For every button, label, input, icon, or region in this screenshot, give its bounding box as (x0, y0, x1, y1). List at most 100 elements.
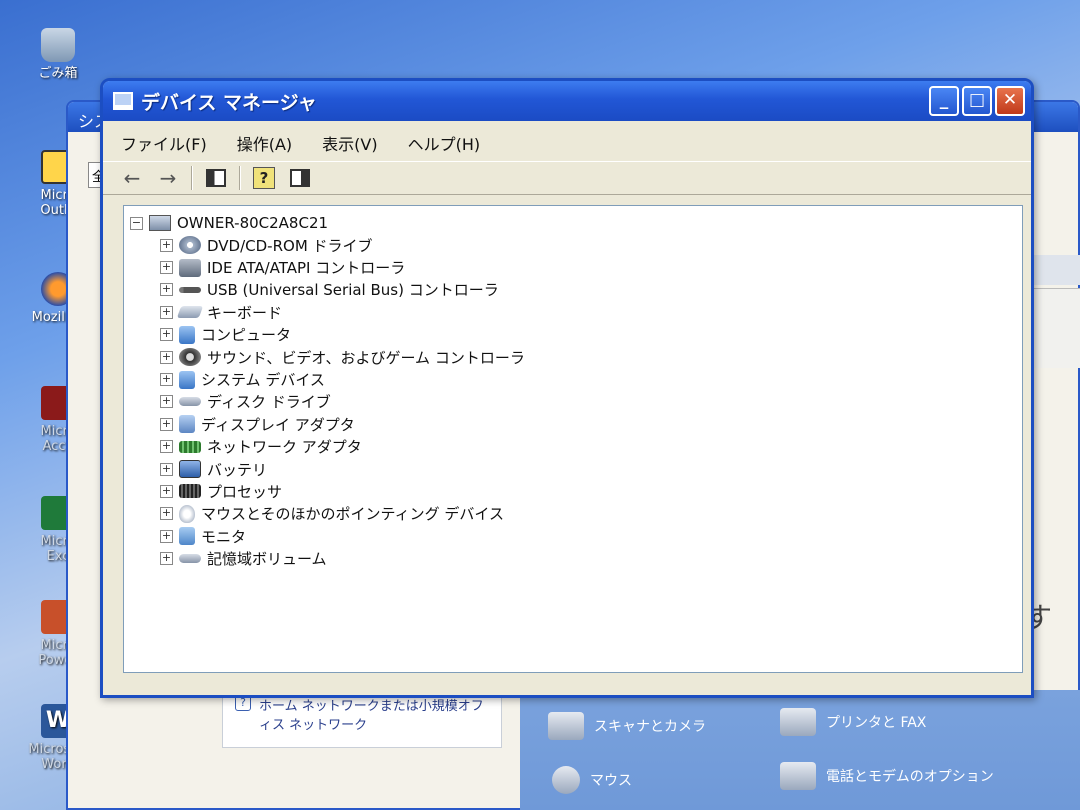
action-pane-icon (290, 169, 310, 187)
back-button[interactable]: ← (119, 166, 145, 190)
show-hide-console-tree-button[interactable] (203, 166, 229, 190)
tree-item-display-adapters[interactable]: + ディスプレイ アダプタ (160, 413, 1022, 435)
tree-item-label: バッテリ (207, 460, 268, 479)
control-panel-printers[interactable]: プリンタと FAX (780, 708, 926, 736)
desktop-icon-label: ごみ箱 (38, 66, 78, 81)
menu-file[interactable]: ファイル(F) (117, 129, 211, 157)
printer-icon (780, 708, 816, 736)
tree-item-usb-controller[interactable]: + USB (Universal Serial Bus) コントローラ (160, 279, 1022, 301)
expand-icon[interactable]: + (160, 305, 173, 319)
expand-icon[interactable]: + (160, 328, 173, 342)
menu-view[interactable]: 表示(V) (318, 129, 381, 157)
disk-drive-icon (179, 397, 201, 407)
expand-icon[interactable]: + (160, 238, 173, 252)
show-hide-action-pane-button[interactable] (287, 166, 313, 190)
tree-item-processors[interactable]: + プロセッサ (160, 480, 1022, 502)
computer-icon (179, 325, 195, 344)
mouse-icon (179, 504, 195, 523)
scanner-icon (548, 712, 584, 740)
expand-icon[interactable]: + (160, 529, 173, 543)
collapse-icon[interactable]: − (130, 216, 143, 230)
forward-button[interactable]: → (155, 166, 181, 190)
control-panel-phone-modem[interactable]: 電話とモデムのオプション (780, 762, 994, 790)
tree-item-label: USB (Universal Serial Bus) コントローラ (207, 281, 499, 300)
computer-icon (149, 215, 171, 231)
tree-item-network-adapters[interactable]: + ネットワーク アダプタ (160, 436, 1022, 458)
toolbar-separator (191, 166, 193, 190)
expand-icon[interactable]: + (160, 440, 173, 454)
mouse-icon (552, 766, 580, 794)
computer-icon (113, 92, 133, 110)
tree-item-keyboard[interactable]: + キーボード (160, 301, 1022, 323)
desktop-icon-recycle-bin[interactable]: ごみ箱 (18, 28, 98, 81)
battery-icon (179, 460, 201, 479)
tree-item-sound-video-game[interactable]: + サウンド、ビデオ、およびゲーム コントローラ (160, 346, 1022, 368)
toolbar-separator (239, 166, 241, 190)
menu-help[interactable]: ヘルプ(H) (404, 129, 485, 157)
tree-root-label: OWNER-80C2A8C21 (177, 214, 329, 232)
tree-item-label: システム デバイス (201, 371, 325, 390)
recycle-bin-icon (41, 28, 75, 62)
display-adapter-icon (179, 415, 195, 434)
system-device-icon (179, 370, 195, 389)
close-button[interactable]: ✕ (995, 86, 1025, 116)
usb-icon (179, 286, 201, 293)
control-panel-item-label: スキャナとカメラ (594, 719, 706, 735)
menu-bar: ファイル(F) 操作(A) 表示(V) ヘルプ(H) (103, 129, 1031, 157)
tree-item-mice[interactable]: + マウスとそのほかのポインティング デバイス (160, 503, 1022, 525)
expand-icon[interactable]: + (160, 417, 173, 431)
tree-item-batteries[interactable]: + バッテリ (160, 458, 1022, 480)
control-panel-task-label: ホーム ネットワークまたは小規模オフィス ネットワーク (259, 699, 484, 733)
phone-icon (780, 762, 816, 790)
menu-action[interactable]: 操作(A) (233, 129, 296, 157)
expand-icon[interactable]: + (160, 507, 173, 521)
dvd-drive-icon (179, 236, 201, 255)
keyboard-icon (176, 306, 204, 319)
minimize-button[interactable]: _ (929, 86, 959, 116)
help-button[interactable]: ? (251, 166, 277, 190)
expand-icon[interactable]: + (160, 484, 173, 498)
help-icon: ? (253, 167, 275, 189)
tree-root-computer[interactable]: − OWNER-80C2A8C21 (130, 212, 1022, 234)
control-panel-item-label: マウス (590, 773, 632, 789)
sound-icon (179, 348, 201, 367)
expand-icon[interactable]: + (160, 261, 173, 275)
tree-item-storage-volumes[interactable]: + 記憶域ボリューム (160, 547, 1022, 569)
window-title: デバイス マネージャ (141, 91, 317, 114)
expand-icon[interactable]: + (160, 552, 173, 566)
tree-item-monitors[interactable]: + モニタ (160, 525, 1022, 547)
maximize-button[interactable]: □ (962, 86, 992, 116)
ide-controller-icon (179, 258, 201, 277)
device-tree: − OWNER-80C2A8C21 + DVD/CD-ROM ドライブ + ID… (123, 205, 1023, 673)
tree-item-label: ディスプレイ アダプタ (201, 415, 355, 434)
control-panel-task[interactable]: ? ホーム ネットワークまたは小規模オフィス ネットワーク (235, 695, 489, 733)
monitor-icon (179, 527, 195, 546)
tree-item-computer[interactable]: + コンピュータ (160, 324, 1022, 346)
tree-item-disk-drives[interactable]: + ディスク ドライブ (160, 391, 1022, 413)
tree-item-label: サウンド、ビデオ、およびゲーム コントローラ (207, 348, 525, 367)
expand-icon[interactable]: + (160, 395, 173, 409)
title-bar[interactable]: デバイス マネージャ _ □ ✕ (103, 81, 1031, 121)
console-tree-icon (206, 169, 226, 187)
tree-item-label: キーボード (207, 303, 283, 322)
tree-item-ide-controller[interactable]: + IDE ATA/ATAPI コントローラ (160, 256, 1022, 278)
control-panel-scanners[interactable]: スキャナとカメラ (548, 712, 706, 740)
expand-icon[interactable]: + (160, 373, 173, 387)
expand-icon[interactable]: + (160, 350, 173, 364)
expand-icon[interactable]: + (160, 283, 173, 297)
control-panel-mouse[interactable]: マウス (552, 766, 632, 794)
tree-item-dvd-cdrom[interactable]: + DVD/CD-ROM ドライブ (160, 234, 1022, 256)
forward-arrow-icon: → (159, 166, 177, 190)
toolbar: ← → ? (103, 161, 1031, 195)
tree-item-label: プロセッサ (207, 482, 283, 501)
processor-icon (179, 484, 201, 499)
tree-children: + DVD/CD-ROM ドライブ + IDE ATA/ATAPI コントローラ… (160, 234, 1022, 570)
tree-item-label: DVD/CD-ROM ドライブ (207, 236, 373, 255)
tree-item-label: ディスク ドライブ (207, 393, 331, 412)
control-panel-item-label: 電話とモデムのオプション (826, 769, 994, 785)
back-arrow-icon: ← (123, 166, 141, 190)
tree-item-label: ネットワーク アダプタ (207, 438, 362, 457)
expand-icon[interactable]: + (160, 462, 173, 476)
tree-item-label: コンピュータ (201, 326, 292, 345)
tree-item-system-devices[interactable]: + システム デバイス (160, 368, 1022, 390)
